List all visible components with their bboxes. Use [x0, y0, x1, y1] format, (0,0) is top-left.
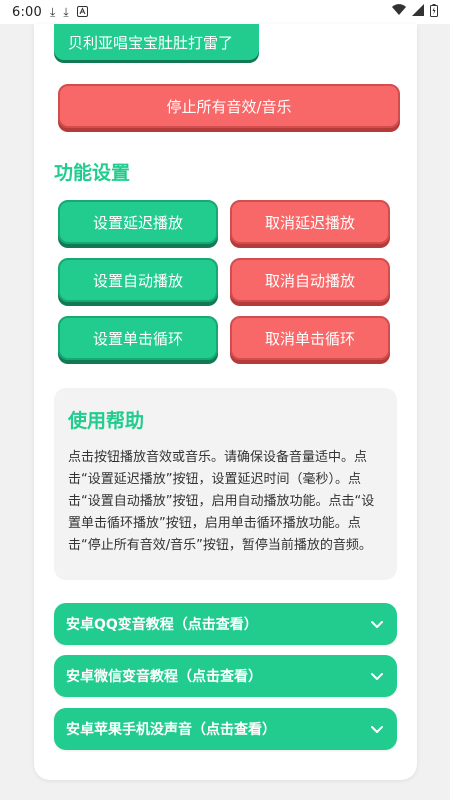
tutorial-qq[interactable]: 安卓QQ变音教程（点击查看） [54, 603, 397, 645]
stop-all-label: 停止所有音效/音乐 [166, 97, 292, 116]
set-delay-label: 设置延迟播放 [92, 213, 183, 232]
set-loop-button[interactable]: 设置单击循环 [58, 316, 218, 360]
tutorial-no-sound[interactable]: 安卓苹果手机没声音（点击查看） [54, 708, 397, 750]
cancel-delay-label: 取消延迟播放 [264, 213, 355, 232]
download-icon: ⤓ [63, 5, 69, 19]
set-auto-label: 设置自动播放 [92, 271, 183, 290]
cancel-loop-button[interactable]: 取消单击循环 [230, 316, 390, 360]
chevron-down-icon [371, 673, 383, 680]
cancel-auto-button[interactable]: 取消自动播放 [230, 258, 390, 302]
tutorial-label: 安卓微信变音教程（点击查看） [66, 669, 262, 685]
sound-button-label: 贝利亚唱宝宝肚肚打雷了 [68, 33, 234, 52]
wifi-icon [392, 4, 406, 20]
set-delay-button[interactable]: 设置延迟播放 [58, 200, 218, 244]
set-loop-label: 设置单击循环 [92, 329, 183, 348]
cancel-auto-label: 取消自动播放 [264, 271, 355, 290]
help-title: 使用帮助 [68, 410, 145, 432]
battery-icon [430, 3, 438, 21]
help-text: 点击按钮播放音效或音乐。请确保设备音量适中。点击“设置延迟播放”按钮，设置延迟时… [68, 450, 375, 553]
download-icon: ⤓ [50, 5, 56, 19]
chevron-down-icon [371, 621, 383, 628]
text-app-icon [76, 5, 88, 19]
chevron-down-icon [371, 726, 383, 733]
tutorial-label: 安卓QQ变音教程（点击查看） [66, 617, 258, 633]
tutorial-label: 安卓苹果手机没声音（点击查看） [66, 722, 276, 738]
help-panel: 使用帮助 点击按钮播放音效或音乐。请确保设备音量适中。点击“设置延迟播放”按钮，… [54, 388, 397, 580]
cancel-loop-label: 取消单击循环 [264, 329, 355, 348]
stop-all-button[interactable]: 停止所有音效/音乐 [58, 84, 400, 128]
set-auto-button[interactable]: 设置自动播放 [58, 258, 218, 302]
tutorial-wechat[interactable]: 安卓微信变音教程（点击查看） [54, 655, 397, 697]
settings-title: 功能设置 [54, 162, 131, 184]
status-bar: 6:00 ⤓ ⤓ [0, 0, 450, 24]
status-time: 6:00 [12, 4, 42, 20]
sound-button-beliya[interactable]: 贝利亚唱宝宝肚肚打雷了 [54, 24, 259, 60]
signal-icon [412, 4, 424, 20]
cancel-delay-button[interactable]: 取消延迟播放 [230, 200, 390, 244]
